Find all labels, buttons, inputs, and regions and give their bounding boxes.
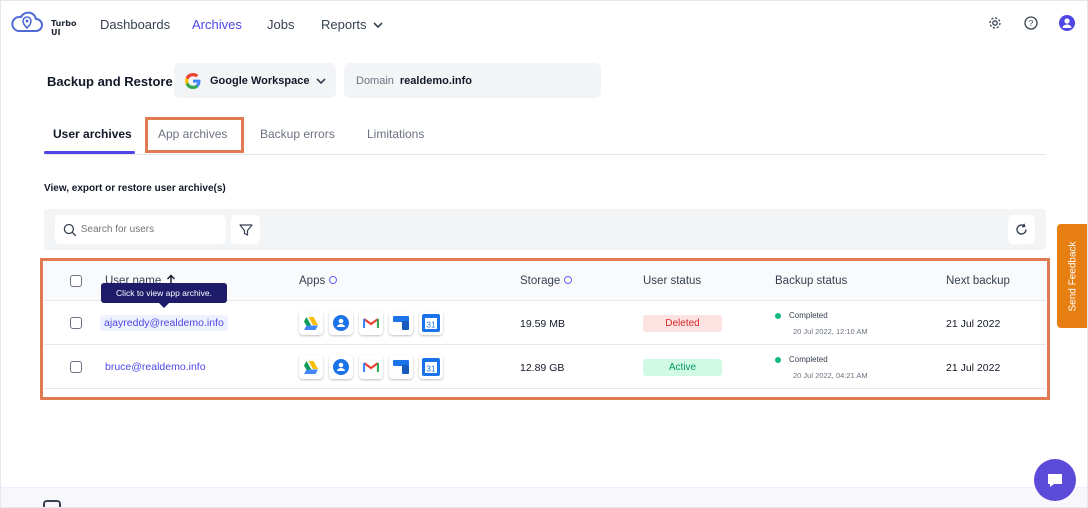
google-icon [185, 72, 201, 89]
table-toolbar [44, 209, 1046, 250]
chat-button[interactable] [1034, 459, 1076, 501]
tab-user-archives[interactable]: User archives [53, 127, 132, 141]
refresh-icon [1016, 223, 1027, 235]
top-nav: Turbo UI Dashboards Archives Jobs Report… [1, 1, 1087, 49]
page-title: Backup and Restore [47, 74, 173, 89]
user-avatar-icon[interactable] [1059, 15, 1075, 31]
send-feedback-button[interactable]: Send Feedback [1057, 224, 1087, 328]
search-input[interactable] [80, 224, 218, 235]
cloud-logo-icon [11, 11, 43, 32]
app-archives-highlight [145, 117, 244, 153]
nav-reports-label: Reports [321, 17, 367, 32]
chevron-down-icon [373, 22, 383, 29]
domain-field[interactable]: Domain realdemo.info [344, 63, 601, 98]
nav-dashboards[interactable]: Dashboards [100, 17, 170, 32]
tab-limitations[interactable]: Limitations [367, 127, 424, 141]
domain-label: Domain [356, 74, 394, 87]
tab-backup-errors[interactable]: Backup errors [260, 127, 335, 141]
nav-right-actions: ? [987, 15, 1075, 31]
gear-icon[interactable] [987, 15, 1003, 31]
svg-text:?: ? [1029, 19, 1034, 28]
table-highlight [40, 258, 1050, 400]
filter-button[interactable] [231, 215, 260, 244]
provider-label: Google Workspace [210, 74, 310, 87]
refresh-button[interactable] [1008, 215, 1035, 244]
search-icon [63, 223, 77, 236]
turbo-ui-logo[interactable]: Turbo UI [9, 9, 79, 41]
nav-jobs[interactable]: Jobs [267, 17, 294, 32]
active-tab-indicator [44, 151, 135, 154]
chevron-down-icon [316, 77, 326, 84]
logo-text: Turbo UI [51, 19, 77, 37]
feedback-label: Send Feedback [1067, 240, 1079, 312]
filter-icon [238, 223, 253, 236]
domain-value: realdemo.info [399, 74, 473, 87]
footer-icon [43, 500, 61, 507]
help-icon[interactable]: ? [1023, 15, 1039, 31]
search-box[interactable] [55, 215, 226, 244]
chat-icon [1048, 474, 1062, 487]
section-subtitle: View, export or restore user archive(s) [44, 183, 226, 194]
app-window: Turbo UI Dashboards Archives Jobs Report… [0, 0, 1088, 508]
footer [1, 487, 1087, 507]
provider-select[interactable]: Google Workspace [174, 63, 336, 98]
nav-reports[interactable]: Reports [321, 17, 383, 32]
nav-archives[interactable]: Archives [192, 17, 242, 32]
